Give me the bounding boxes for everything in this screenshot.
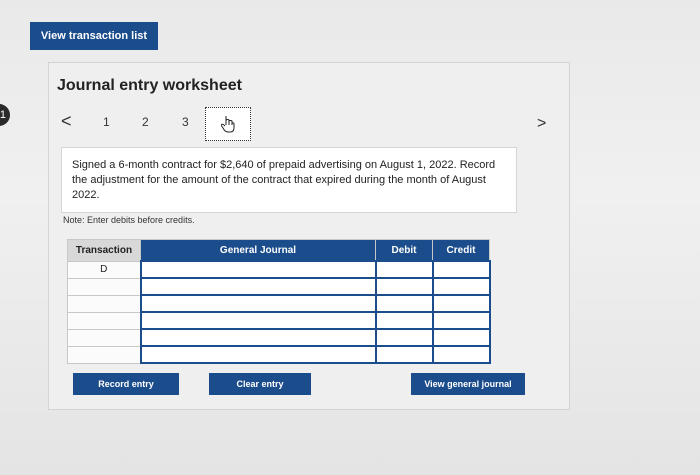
credit-input[interactable]: [431, 328, 491, 347]
prev-arrow-icon[interactable]: <: [61, 111, 72, 132]
transaction-cell: [67, 328, 141, 347]
table-row: [67, 294, 491, 313]
account-input[interactable]: [139, 277, 377, 296]
debit-input[interactable]: [374, 260, 434, 279]
credit-input[interactable]: [431, 345, 491, 364]
step-2[interactable]: 2: [142, 115, 149, 129]
credit-input[interactable]: [431, 311, 491, 330]
next-arrow-icon[interactable]: >: [537, 115, 546, 133]
table-row: D: [67, 260, 491, 279]
view-transaction-list-button[interactable]: View transaction list: [30, 22, 158, 50]
step-1[interactable]: 1: [103, 115, 110, 129]
credit-input[interactable]: [431, 294, 491, 313]
transaction-cell: D: [67, 260, 141, 279]
hand-pointer-icon: [221, 116, 235, 133]
credit-input[interactable]: [431, 277, 491, 296]
step-3[interactable]: 3: [182, 115, 189, 129]
worksheet-nav: < 1 2 3 >: [57, 107, 557, 141]
table-row: [67, 277, 491, 296]
col-general-journal-header: General Journal: [140, 239, 376, 262]
transaction-description: Signed a 6-month contract for $2,640 of …: [61, 147, 517, 213]
view-general-journal-button[interactable]: View general journal: [411, 373, 525, 395]
debit-input[interactable]: [374, 294, 434, 313]
page-marker: 1: [0, 104, 10, 126]
transaction-cell: [67, 277, 141, 296]
debit-input[interactable]: [374, 277, 434, 296]
account-input[interactable]: [139, 345, 377, 364]
journal-table: Transaction General Journal Debit Credit…: [67, 239, 491, 364]
transaction-cell: [67, 345, 141, 364]
debit-input[interactable]: [374, 345, 434, 364]
debit-input[interactable]: [374, 328, 434, 347]
transaction-cell: [67, 294, 141, 313]
col-credit-header: Credit: [432, 239, 490, 262]
table-row: [67, 328, 491, 347]
col-transaction-header: Transaction: [67, 239, 141, 262]
table-row: [67, 311, 491, 330]
col-debit-header: Debit: [375, 239, 433, 262]
transaction-cell: [67, 311, 141, 330]
journal-entry-worksheet-panel: Journal entry worksheet < 1 2 3 > Signed…: [48, 62, 570, 410]
account-input[interactable]: [139, 294, 377, 313]
record-entry-button[interactable]: Record entry: [73, 373, 179, 395]
account-input[interactable]: [139, 260, 377, 279]
clear-entry-button[interactable]: Clear entry: [209, 373, 311, 395]
account-input[interactable]: [139, 328, 377, 347]
entry-note: Note: Enter debits before credits.: [63, 215, 195, 225]
step-4-current[interactable]: [205, 107, 251, 141]
table-row: [67, 345, 491, 364]
credit-input[interactable]: [431, 260, 491, 279]
debit-input[interactable]: [374, 311, 434, 330]
account-input[interactable]: [139, 311, 377, 330]
worksheet-title: Journal entry worksheet: [57, 77, 242, 94]
